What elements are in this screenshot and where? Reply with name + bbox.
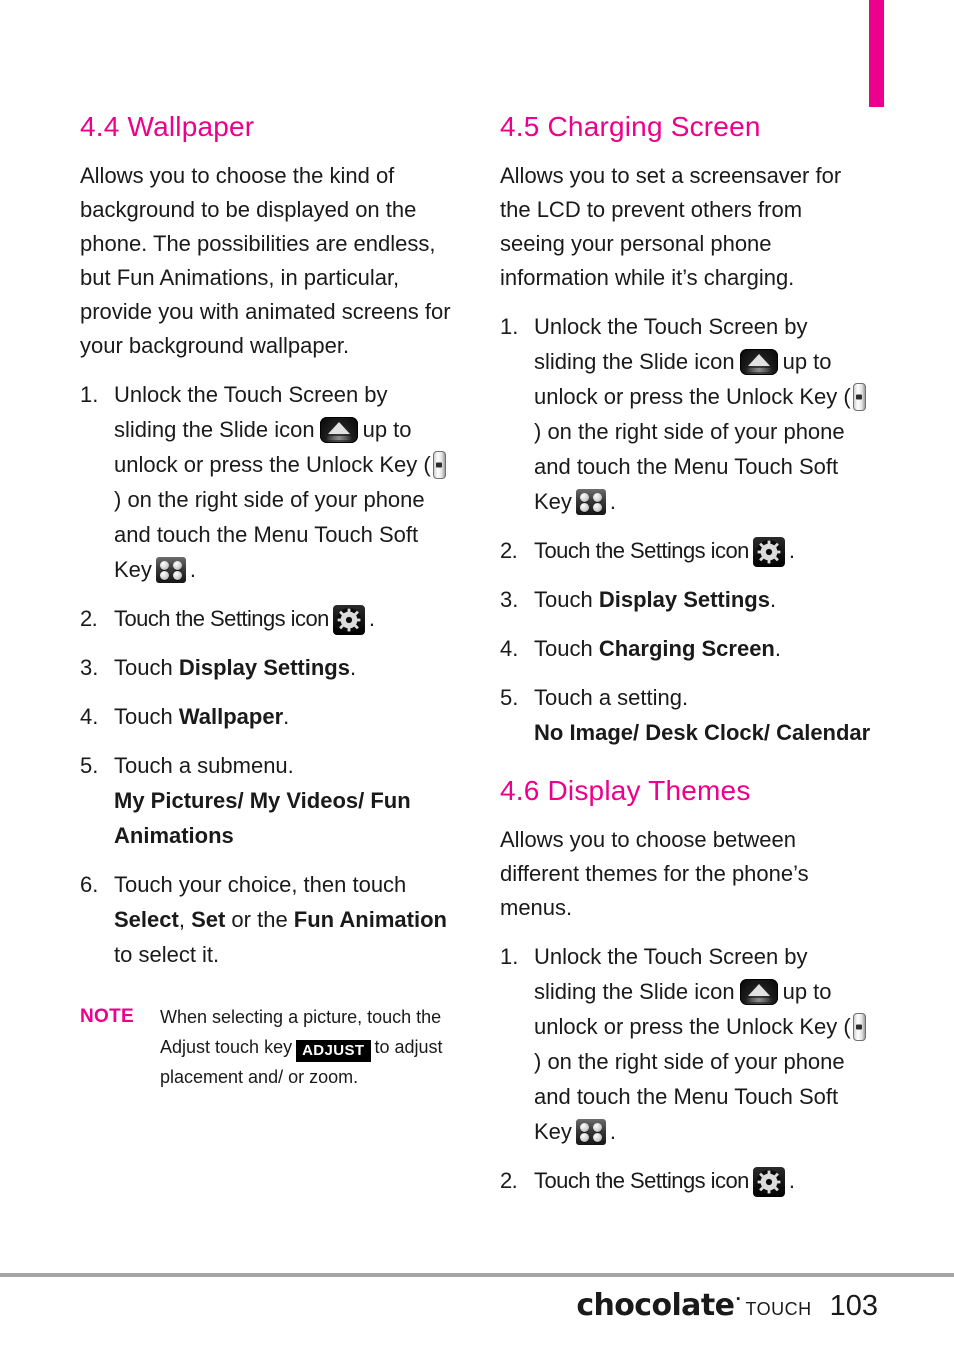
steps-list-4-4: 1. Unlock the Touch Screen by sliding the…: [80, 377, 452, 972]
section-intro-4-6: Allows you to choose between different t…: [500, 826, 809, 920]
note-block: NOTE When selecting a picture, touch the…: [80, 1002, 452, 1092]
step-bold-term: Charging Screen: [598, 635, 775, 661]
step-number: 1.: [500, 943, 519, 969]
step-number: 2.: [80, 605, 98, 631]
section-title-4-4: 4.4 Wallpaper: [80, 111, 255, 142]
step-number: 4.: [80, 703, 99, 729]
step-text: .: [769, 586, 777, 612]
step-text: .: [788, 537, 795, 563]
step-setting-options: No Image/ Desk Clock/ Calendar: [534, 719, 871, 745]
step-bold-term: Display Settings: [598, 586, 770, 612]
section-4-5-charging-screen: 4.5 Charging Screen Allows you to set a …: [500, 111, 872, 750]
step-text: .: [609, 1118, 617, 1144]
brand-logo: chocolate·: [576, 1288, 741, 1323]
list-item: 1. Unlock the Touch Screen by sliding the…: [500, 939, 872, 1149]
list-item: 5. Touch a setting. No Image/ Desk Clock/…: [500, 680, 872, 750]
step-number: 4.: [500, 635, 519, 661]
brand-trademark-dot: ·: [735, 1290, 741, 1308]
step-text: Touch the Settings icon: [534, 1167, 749, 1193]
step-number: 2.: [500, 1167, 518, 1193]
step-text: Touch the Settings icon: [534, 537, 749, 563]
list-item: 2. Touch the Settings icon.: [80, 601, 452, 636]
right-column: 4.5 Charging Screen Allows you to set a …: [500, 111, 872, 1212]
step-submenu-options: My Pictures/ My Videos/ Fun Animations: [114, 787, 411, 848]
step-number: 3.: [80, 654, 99, 680]
step-number: 3.: [500, 586, 519, 612]
menu-soft-key-icon: [155, 556, 186, 583]
step-number: 2.: [500, 537, 518, 563]
list-item: 4. Touch Wallpaper.: [80, 699, 452, 734]
list-item: 3. Touch Display Settings.: [80, 650, 452, 685]
step-text: .: [609, 488, 617, 514]
page-number: 103: [829, 1290, 878, 1322]
step-text: .: [368, 605, 375, 631]
step-text: Touch: [534, 586, 599, 612]
step-number: 5.: [500, 684, 519, 710]
note-label: NOTE: [80, 1005, 134, 1027]
step-text: Touch your choice, then touch: [114, 871, 407, 897]
step-text: Touch: [114, 703, 179, 729]
section-title-4-5: 4.5 Charging Screen: [500, 111, 761, 142]
settings-gear-icon: [752, 1166, 785, 1197]
slide-icon: [739, 978, 778, 1005]
step-text: or the: [225, 906, 294, 932]
list-item: 1. Unlock the Touch Screen by sliding the…: [80, 377, 452, 587]
section-4-6-display-themes: 4.6 Display Themes Allows you to choose …: [500, 774, 872, 1198]
section-title-4-6: 4.6 Display Themes: [500, 774, 751, 806]
list-item: 2. Touch the Settings icon.: [500, 533, 872, 568]
step-text: .: [349, 654, 357, 680]
steps-list-4-5: 1. Unlock the Touch Screen by sliding the…: [500, 309, 872, 750]
step-bold-term: Select: [114, 906, 179, 932]
brand-name: chocolate: [576, 1288, 735, 1323]
step-text: .: [283, 703, 290, 729]
unlock-side-key-icon: [852, 1012, 866, 1041]
section-intro-4-4: Allows you to choose the kind of backgro…: [80, 162, 451, 358]
unlock-side-key-icon: [852, 382, 866, 411]
step-text: Touch a submenu.: [114, 752, 294, 778]
step-text: Touch a setting.: [534, 684, 689, 710]
step-number: 1.: [500, 313, 519, 339]
step-text: Touch: [534, 635, 599, 661]
footer-divider: [0, 1273, 954, 1277]
menu-soft-key-icon: [575, 1118, 606, 1145]
step-text: .: [189, 556, 197, 582]
list-item: 6. Touch your choice, then touch Select, …: [80, 867, 452, 972]
note-body: When selecting a picture, touch the Adju…: [160, 1002, 452, 1092]
section-intro-4-5: Allows you to set a screensaver for the …: [500, 162, 842, 290]
section-4-4-wallpaper: 4.4 Wallpaper Allows you to choose the k…: [80, 111, 452, 1092]
step-bold-term: Fun Animation: [293, 906, 447, 932]
step-text: to select it.: [114, 941, 220, 967]
list-item: 1. Unlock the Touch Screen by sliding the…: [500, 309, 872, 519]
slide-icon: [319, 416, 358, 443]
list-item: 2. Touch the Settings icon.: [500, 1163, 872, 1198]
brand-sub-label: TOUCH: [745, 1299, 812, 1319]
list-item: 5. Touch a submenu. My Pictures/ My Video…: [80, 748, 452, 853]
unlock-side-key-icon: [432, 450, 446, 479]
list-item: 4. Touch Charging Screen.: [500, 631, 872, 666]
left-column: 4.4 Wallpaper Allows you to choose the k…: [80, 111, 452, 1092]
slide-icon: [739, 348, 778, 375]
settings-gear-icon: [332, 604, 365, 635]
step-text: Touch: [114, 654, 179, 680]
page-edge-tab-marker: [869, 0, 884, 107]
step-number: 5.: [80, 752, 99, 778]
page-footer: chocolate· TOUCH 103: [0, 1288, 954, 1338]
menu-soft-key-icon: [575, 488, 606, 515]
settings-gear-icon: [752, 536, 785, 567]
step-bold-term: Wallpaper: [178, 703, 284, 729]
step-number: 6.: [80, 871, 99, 897]
adjust-key-badge: ADJUST: [296, 1039, 371, 1062]
step-text: .: [774, 635, 781, 661]
steps-list-4-6: 1. Unlock the Touch Screen by sliding the…: [500, 939, 872, 1198]
step-text: .: [788, 1167, 795, 1193]
step-bold-term: Set: [191, 906, 226, 932]
step-text: ,: [178, 906, 192, 932]
step-text: Touch the Settings icon: [114, 605, 329, 631]
list-item: 3. Touch Display Settings.: [500, 582, 872, 617]
step-bold-term: Display Settings: [178, 654, 350, 680]
step-number: 1.: [80, 381, 99, 407]
